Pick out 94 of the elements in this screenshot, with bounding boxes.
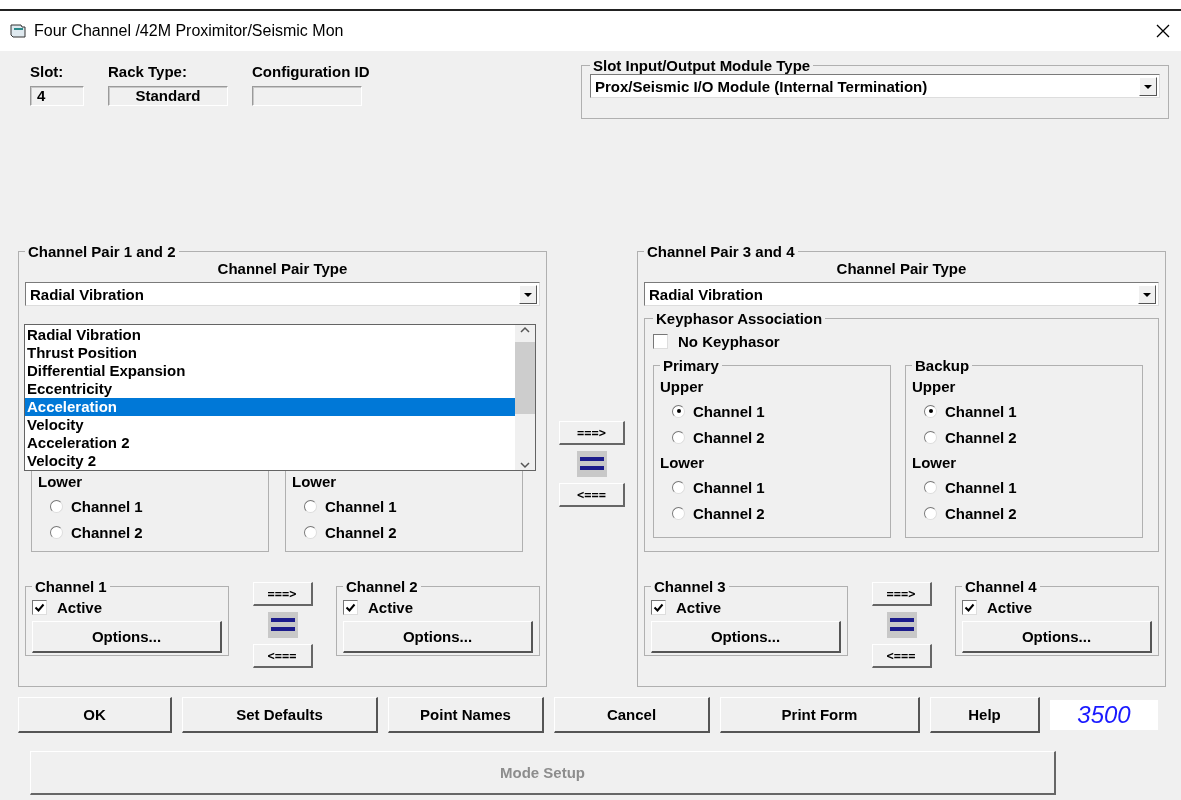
equal-icon [267, 612, 298, 638]
dropdown-item[interactable]: Velocity [25, 416, 515, 434]
radio-button[interactable] [304, 525, 317, 539]
checkbox[interactable] [653, 333, 668, 349]
radio-label: Channel 1 [693, 402, 765, 420]
radio-button[interactable] [924, 506, 937, 520]
swap-right-button[interactable]: ===> [559, 421, 625, 445]
channel-title: Channel 2 [345, 578, 419, 595]
radio-label: Channel 1 [945, 402, 1017, 420]
dropdown-item[interactable]: Differential Expansion [25, 362, 515, 380]
checkbox[interactable] [343, 599, 358, 615]
dropdown-item[interactable]: Acceleration [25, 398, 515, 416]
equal-icon [577, 451, 607, 477]
section-label: Lower [912, 454, 958, 471]
section-label: Lower [292, 473, 338, 490]
association-title: Keyphasor Association [655, 310, 824, 327]
radio-label: Channel 2 [693, 428, 765, 446]
radio-label: Channel 2 [945, 504, 1017, 522]
radio-button[interactable] [672, 430, 685, 444]
checkbox[interactable] [651, 599, 666, 615]
group-title: Primary [662, 357, 720, 374]
group-title: Backup [914, 357, 971, 374]
radio-button[interactable] [672, 404, 685, 418]
swap-left-button[interactable]: <=== [252, 644, 313, 668]
checkbox-label: Active [676, 598, 722, 616]
info-field: Standard [108, 86, 228, 106]
info-field: 4 [30, 86, 84, 106]
pair-title: Channel Pair 3 and 4 [646, 243, 796, 260]
radio-button[interactable] [672, 480, 685, 494]
module-type-dropdown[interactable]: Prox/Seismic I/O Module (Internal Termination) [590, 74, 1160, 98]
app-icon [10, 24, 26, 38]
dropdown-item[interactable]: Eccentricity [25, 380, 515, 398]
model-number: 3500 [1050, 700, 1158, 730]
checkbox-label: No Keyphasor [678, 332, 780, 350]
radio-button[interactable] [924, 430, 937, 444]
radio-label: Channel 1 [71, 497, 143, 515]
section-label: Upper [660, 378, 705, 395]
checkbox[interactable] [32, 599, 47, 615]
pair-title: Channel Pair 1 and 2 [27, 243, 177, 260]
radio-button[interactable] [672, 506, 685, 520]
radio-button[interactable] [924, 480, 937, 494]
options-button[interactable]: Options... [962, 621, 1152, 653]
swap-left-button[interactable]: <=== [871, 644, 932, 668]
close-icon[interactable] [1155, 23, 1171, 39]
field-label: Rack Type: [108, 63, 188, 80]
dialog-button[interactable]: Cancel [554, 697, 710, 733]
radio-button[interactable] [50, 525, 63, 539]
checkbox-label: Active [368, 598, 414, 616]
pair-type-label: Channel Pair Type [217, 260, 348, 277]
radio-label: Channel 1 [693, 478, 765, 496]
scroll-up-icon[interactable] [519, 325, 531, 335]
radio-button[interactable] [50, 499, 63, 513]
channel-title: Channel 1 [34, 578, 108, 595]
checkbox[interactable] [962, 599, 977, 615]
pair-type-label: Channel Pair Type [836, 260, 967, 277]
section-label: Lower [38, 473, 84, 490]
channel-title: Channel 4 [964, 578, 1038, 595]
dialog-button[interactable]: OK [18, 697, 172, 733]
dialog-button[interactable]: Set Defaults [182, 697, 378, 733]
pair-type-dropdown[interactable]: Radial Vibration [644, 282, 1159, 306]
dropdown-item[interactable]: Thrust Position [25, 344, 515, 362]
dropdown-item[interactable]: Acceleration 2 [25, 434, 515, 452]
radio-label: Channel 2 [325, 523, 397, 541]
swap-right-button[interactable]: ===> [871, 582, 932, 606]
channel-title: Channel 3 [653, 578, 727, 595]
radio-label: Channel 2 [945, 428, 1017, 446]
field-label: Configuration ID [252, 63, 370, 80]
section-label: Lower [660, 454, 706, 471]
field-label: Slot: [30, 63, 65, 80]
swap-right-button[interactable]: ===> [252, 582, 313, 606]
module-type-label: Slot Input/Output Module Type [592, 57, 812, 74]
equal-icon [886, 612, 917, 638]
dialog-button[interactable]: Help [930, 697, 1040, 733]
dialog-button[interactable]: Point Names [388, 697, 544, 733]
options-button[interactable]: Options... [651, 621, 841, 653]
scrollbar[interactable] [515, 325, 535, 470]
options-button[interactable]: Options... [32, 621, 222, 653]
radio-label: Channel 2 [71, 523, 143, 541]
dropdown-item[interactable]: Radial Vibration [25, 326, 515, 344]
radio-label: Channel 2 [693, 504, 765, 522]
radio-button[interactable] [924, 404, 937, 418]
scroll-down-icon[interactable] [519, 460, 531, 470]
options-button[interactable]: Options... [343, 621, 533, 653]
radio-button[interactable] [304, 499, 317, 513]
dropdown-item[interactable]: Velocity 2 [25, 452, 515, 470]
checkbox-label: Active [987, 598, 1033, 616]
radio-label: Channel 1 [945, 478, 1017, 496]
checkbox-label: Active [57, 598, 103, 616]
swap-left-button[interactable]: <=== [559, 483, 625, 507]
pair-type-dropdown[interactable]: Radial Vibration [25, 282, 540, 306]
window-title: Four Channel /42M Proximitor/Seismic Mon [34, 22, 345, 40]
dialog-button[interactable]: Print Form [720, 697, 920, 733]
radio-label: Channel 1 [325, 497, 397, 515]
section-label: Upper [912, 378, 957, 395]
